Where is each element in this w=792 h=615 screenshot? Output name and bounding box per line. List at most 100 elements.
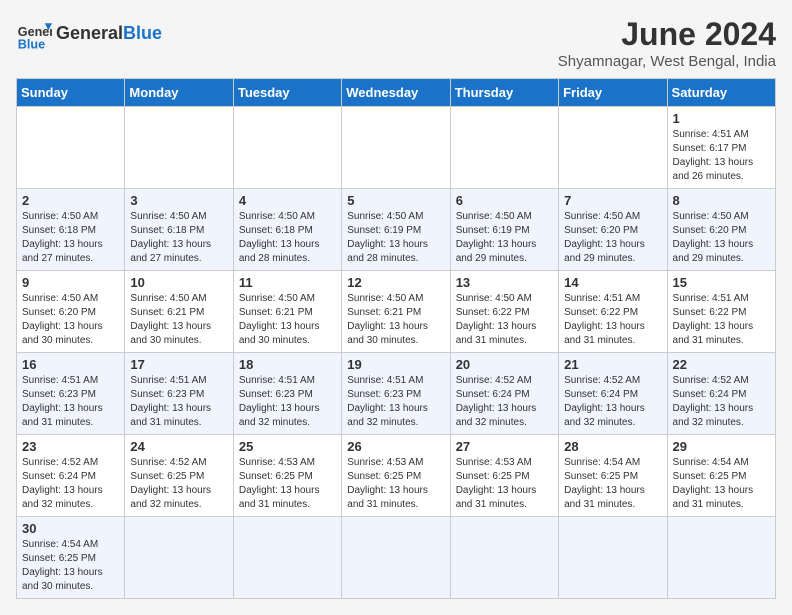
- col-sunday: Sunday: [17, 79, 125, 107]
- day-number: 26: [347, 439, 444, 454]
- day-info: Sunrise: 4:50 AM Sunset: 6:22 PM Dayligh…: [456, 292, 553, 348]
- calendar-cell: 29 Sunrise: 4:54 AM Sunset: 6:25 PM Dayli…: [667, 435, 775, 517]
- calendar-cell: [233, 517, 341, 599]
- day-number: 23: [22, 439, 119, 454]
- logo-general: General: [56, 23, 123, 43]
- day-info: Sunrise: 4:54 AM Sunset: 6:25 PM Dayligh…: [673, 456, 770, 512]
- day-info: Sunrise: 4:52 AM Sunset: 6:24 PM Dayligh…: [22, 456, 119, 512]
- col-tuesday: Tuesday: [233, 79, 341, 107]
- day-number: 28: [564, 439, 661, 454]
- day-info: Sunrise: 4:51 AM Sunset: 6:23 PM Dayligh…: [239, 374, 336, 430]
- day-info: Sunrise: 4:50 AM Sunset: 6:19 PM Dayligh…: [456, 210, 553, 266]
- calendar-cell: 4 Sunrise: 4:50 AM Sunset: 6:18 PM Daylig…: [233, 189, 341, 271]
- day-info: Sunrise: 4:54 AM Sunset: 6:25 PM Dayligh…: [22, 538, 119, 594]
- col-friday: Friday: [559, 79, 667, 107]
- day-number: 18: [239, 357, 336, 372]
- day-number: 25: [239, 439, 336, 454]
- day-info: Sunrise: 4:51 AM Sunset: 6:22 PM Dayligh…: [564, 292, 661, 348]
- day-info: Sunrise: 4:50 AM Sunset: 6:20 PM Dayligh…: [564, 210, 661, 266]
- calendar-cell: 13 Sunrise: 4:50 AM Sunset: 6:22 PM Dayli…: [450, 271, 558, 353]
- calendar-cell: 8Sunrise: 4:50 AM Sunset: 6:20 PM Daylig…: [667, 189, 775, 271]
- calendar-cell: 7 Sunrise: 4:50 AM Sunset: 6:20 PM Daylig…: [559, 189, 667, 271]
- calendar-week-row: 30 Sunrise: 4:54 AM Sunset: 6:25 PM Dayli…: [17, 517, 776, 599]
- calendar-cell: 9Sunrise: 4:50 AM Sunset: 6:20 PM Daylig…: [17, 271, 125, 353]
- calendar-cell: 20 Sunrise: 4:52 AM Sunset: 6:24 PM Dayli…: [450, 353, 558, 435]
- day-info: Sunrise: 4:51 AM Sunset: 6:23 PM Dayligh…: [22, 374, 119, 430]
- calendar-cell: 14Sunrise: 4:51 AM Sunset: 6:22 PM Dayli…: [559, 271, 667, 353]
- calendar-cell: [342, 517, 450, 599]
- day-number: 12: [347, 275, 444, 290]
- day-info: Sunrise: 4:50 AM Sunset: 6:21 PM Dayligh…: [130, 292, 227, 348]
- calendar-cell: [233, 107, 341, 189]
- calendar-cell: 19Sunrise: 4:51 AM Sunset: 6:23 PM Dayli…: [342, 353, 450, 435]
- day-info: Sunrise: 4:50 AM Sunset: 6:18 PM Dayligh…: [239, 210, 336, 266]
- calendar-cell: 3 Sunrise: 4:50 AM Sunset: 6:18 PM Daylig…: [125, 189, 233, 271]
- day-info: Sunrise: 4:53 AM Sunset: 6:25 PM Dayligh…: [456, 456, 553, 512]
- day-info: Sunrise: 4:51 AM Sunset: 6:17 PM Dayligh…: [673, 128, 770, 184]
- calendar-cell: 22 Sunrise: 4:52 AM Sunset: 6:24 PM Dayli…: [667, 353, 775, 435]
- day-info: Sunrise: 4:50 AM Sunset: 6:21 PM Dayligh…: [347, 292, 444, 348]
- day-number: 2: [22, 193, 119, 208]
- day-number: 20: [456, 357, 553, 372]
- col-monday: Monday: [125, 79, 233, 107]
- day-number: 22: [673, 357, 770, 372]
- day-number: 5: [347, 193, 444, 208]
- day-info: Sunrise: 4:52 AM Sunset: 6:24 PM Dayligh…: [673, 374, 770, 430]
- day-info: Sunrise: 4:53 AM Sunset: 6:25 PM Dayligh…: [239, 456, 336, 512]
- day-info: Sunrise: 4:52 AM Sunset: 6:24 PM Dayligh…: [456, 374, 553, 430]
- svg-text:Blue: Blue: [18, 37, 45, 51]
- day-number: 11: [239, 275, 336, 290]
- calendar-table: Sunday Monday Tuesday Wednesday Thursday…: [16, 78, 776, 599]
- day-number: 15: [673, 275, 770, 290]
- day-number: 1: [673, 111, 770, 126]
- calendar-cell: 16 Sunrise: 4:51 AM Sunset: 6:23 PM Dayli…: [17, 353, 125, 435]
- calendar-cell: 2 Sunrise: 4:50 AM Sunset: 6:18 PM Daylig…: [17, 189, 125, 271]
- calendar-cell: 12 Sunrise: 4:50 AM Sunset: 6:21 PM Dayli…: [342, 271, 450, 353]
- title-area: June 2024 Shyamnagar, West Bengal, India: [558, 16, 776, 70]
- location-subtitle: Shyamnagar, West Bengal, India: [558, 53, 776, 70]
- day-number: 30: [22, 521, 119, 536]
- col-thursday: Thursday: [450, 79, 558, 107]
- day-number: 6: [456, 193, 553, 208]
- day-info: Sunrise: 4:53 AM Sunset: 6:25 PM Dayligh…: [347, 456, 444, 512]
- day-number: 16: [22, 357, 119, 372]
- col-saturday: Saturday: [667, 79, 775, 107]
- day-number: 29: [673, 439, 770, 454]
- calendar-cell: 28 Sunrise: 4:54 AM Sunset: 6:25 PM Dayli…: [559, 435, 667, 517]
- day-number: 3: [130, 193, 227, 208]
- day-info: Sunrise: 4:54 AM Sunset: 6:25 PM Dayligh…: [564, 456, 661, 512]
- day-info: Sunrise: 4:52 AM Sunset: 6:25 PM Dayligh…: [130, 456, 227, 512]
- calendar-cell: 5Sunrise: 4:50 AM Sunset: 6:19 PM Daylig…: [342, 189, 450, 271]
- day-info: Sunrise: 4:50 AM Sunset: 6:18 PM Dayligh…: [130, 210, 227, 266]
- day-number: 13: [456, 275, 553, 290]
- day-number: 19: [347, 357, 444, 372]
- day-number: 10: [130, 275, 227, 290]
- day-info: Sunrise: 4:50 AM Sunset: 6:20 PM Dayligh…: [673, 210, 770, 266]
- month-title: June 2024: [558, 16, 776, 53]
- calendar-cell: 15 Sunrise: 4:51 AM Sunset: 6:22 PM Dayli…: [667, 271, 775, 353]
- calendar-week-row: 1 Sunrise: 4:51 AM Sunset: 6:17 PM Daylig…: [17, 107, 776, 189]
- calendar-cell: 18 Sunrise: 4:51 AM Sunset: 6:23 PM Dayli…: [233, 353, 341, 435]
- calendar-cell: [450, 107, 558, 189]
- calendar-cell: [125, 517, 233, 599]
- day-number: 4: [239, 193, 336, 208]
- day-number: 7: [564, 193, 661, 208]
- calendar-cell: 11Sunrise: 4:50 AM Sunset: 6:21 PM Dayli…: [233, 271, 341, 353]
- calendar-cell: 10 Sunrise: 4:50 AM Sunset: 6:21 PM Dayli…: [125, 271, 233, 353]
- day-info: Sunrise: 4:50 AM Sunset: 6:18 PM Dayligh…: [22, 210, 119, 266]
- day-number: 9: [22, 275, 119, 290]
- calendar-cell: [450, 517, 558, 599]
- day-number: 27: [456, 439, 553, 454]
- calendar-week-row: 23 Sunrise: 4:52 AM Sunset: 6:24 PM Dayli…: [17, 435, 776, 517]
- logo-blue: Blue: [123, 23, 162, 43]
- calendar-week-row: 16 Sunrise: 4:51 AM Sunset: 6:23 PM Dayli…: [17, 353, 776, 435]
- calendar-week-row: 2 Sunrise: 4:50 AM Sunset: 6:18 PM Daylig…: [17, 189, 776, 271]
- calendar-cell: 27 Sunrise: 4:53 AM Sunset: 6:25 PM Dayli…: [450, 435, 558, 517]
- calendar-cell: [559, 517, 667, 599]
- col-wednesday: Wednesday: [342, 79, 450, 107]
- calendar-cell: 25 Sunrise: 4:53 AM Sunset: 6:25 PM Dayli…: [233, 435, 341, 517]
- calendar-cell: [342, 107, 450, 189]
- calendar-cell: 24Sunrise: 4:52 AM Sunset: 6:25 PM Dayli…: [125, 435, 233, 517]
- day-info: Sunrise: 4:51 AM Sunset: 6:23 PM Dayligh…: [130, 374, 227, 430]
- day-info: Sunrise: 4:51 AM Sunset: 6:22 PM Dayligh…: [673, 292, 770, 348]
